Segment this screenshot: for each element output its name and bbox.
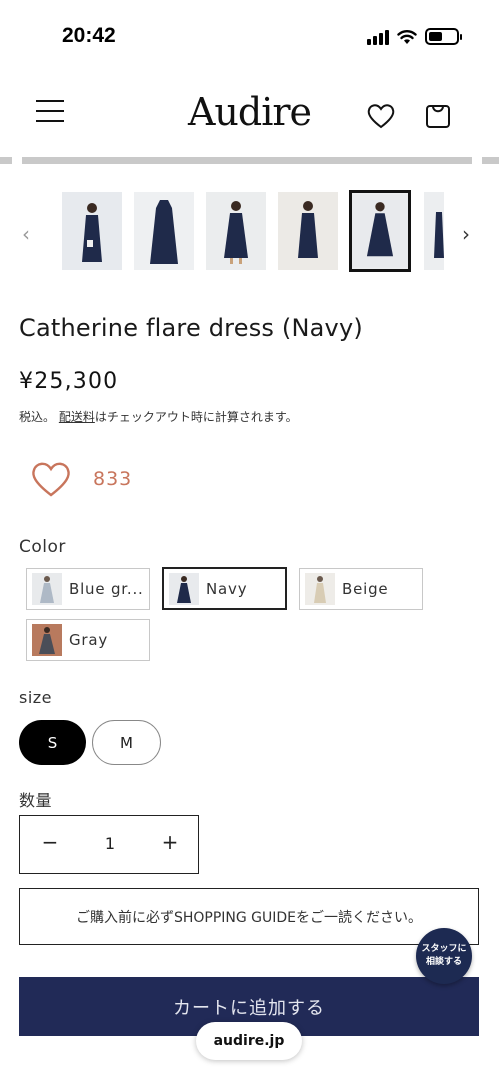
staff-chat-label-line2: 相談する [425,957,462,967]
product-title: Catherine flare dress (Navy) [19,314,363,342]
shipping-link[interactable]: 配送料 [59,410,95,424]
quantity-stepper: − 1 + [19,815,199,874]
color-option-blue-gray[interactable]: Blue gr... [26,568,150,610]
site-header: Audire [0,72,499,158]
wifi-icon [397,29,417,44]
size-option-s[interactable]: S [19,720,86,765]
thumbnail-5-selected[interactable] [349,190,411,272]
color-swatch-image [169,572,199,605]
gallery-progress [0,157,499,164]
thumbnail-3[interactable] [206,192,266,270]
thumbnail-strip: ‹ › [0,188,499,274]
color-swatch-image [305,573,335,605]
status-time: 20:42 [62,24,116,47]
status-icons [367,28,462,45]
color-option-label: Navy [206,579,248,598]
color-option-gray[interactable]: Gray [26,619,150,661]
color-option-beige[interactable]: Beige [299,568,423,610]
browser-url-pill[interactable]: audire.jp [196,1022,302,1060]
signal-icon [367,29,389,45]
staff-chat-label-line1: スタッフに [421,944,467,954]
thumb-prev-arrow-icon[interactable]: ‹ [22,222,30,246]
color-swatch-image [32,573,62,605]
color-label: Color [19,537,66,557]
status-bar: 20:42 [0,0,499,72]
quantity-decrease-button[interactable]: − [35,830,65,854]
color-option-label: Gray [69,631,109,649]
cart-bag-icon[interactable] [424,100,452,130]
favorite-count: 833 [93,468,133,490]
battery-icon [425,28,462,45]
thumbnail-2[interactable] [134,192,194,270]
color-option-label: Beige [342,580,389,598]
thumbnail-1[interactable] [62,192,122,270]
color-swatch-image [32,624,62,656]
color-option-navy[interactable]: Navy [162,567,287,610]
quantity-label: 数量 [19,791,53,810]
shopping-guide-button[interactable]: ご購入前に必ずSHOPPING GUIDEをご一読ください。 [19,888,479,945]
size-label: size [19,688,53,707]
favorite-heart-icon[interactable] [30,460,72,498]
staff-chat-button[interactable]: スタッフに 相談する [416,928,472,984]
thumbnail-4[interactable] [278,192,338,270]
tax-note: 税込。 配送料はチェックアウト時に計算されます。 [19,408,298,425]
tax-prefix: 税込。 [19,410,56,424]
thumbnail-6[interactable] [424,192,444,270]
product-price: ¥25,300 [19,369,119,394]
size-option-m[interactable]: M [92,720,161,765]
tax-suffix: はチェックアウト時に計算されます。 [94,410,298,424]
color-option-label: Blue gr... [69,580,144,598]
thumb-next-arrow-icon[interactable]: › [462,222,470,246]
quantity-increase-button[interactable]: + [155,830,185,854]
quantity-input[interactable]: 1 [80,834,140,853]
wishlist-heart-icon[interactable] [366,102,396,130]
